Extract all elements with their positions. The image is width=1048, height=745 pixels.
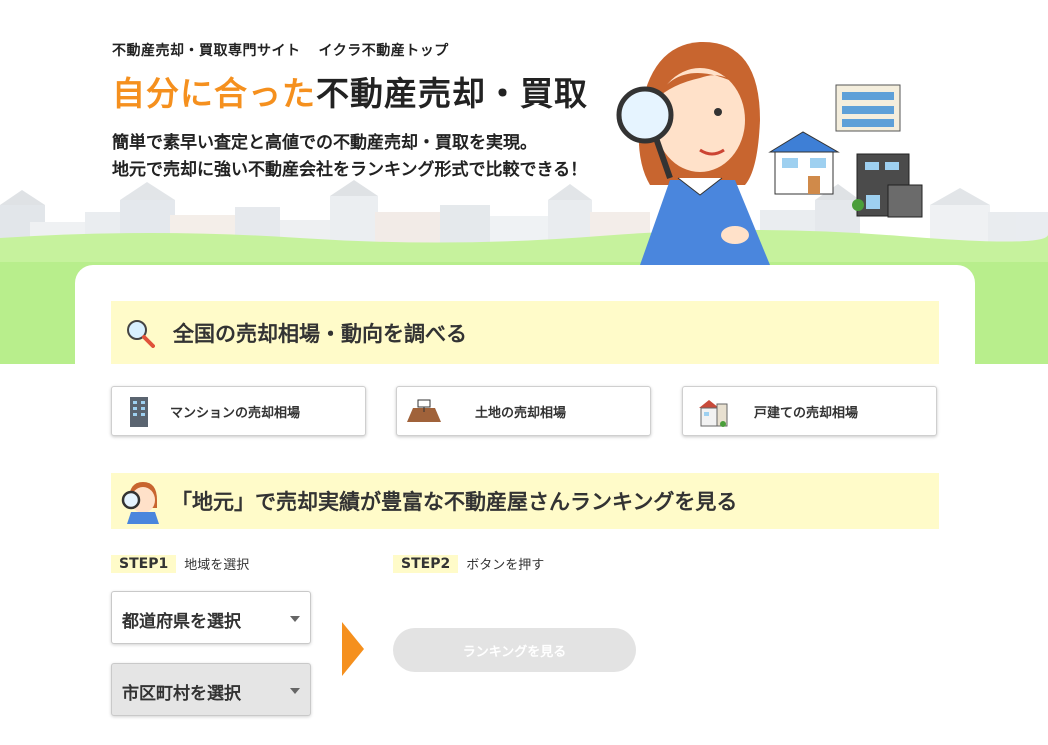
- hero-text: 不動産売却・買取専門サイト イクラ不動産トップ 自分に合った不動産売却・買取 簡単…: [112, 40, 588, 184]
- chevron-down-icon: [290, 616, 300, 622]
- land-price-button[interactable]: 土地の売却相場: [396, 386, 651, 436]
- step2-label: STEP2 ボタンを押す: [393, 554, 544, 573]
- prefecture-select[interactable]: 都道府県を選択: [111, 591, 311, 644]
- ranking-section-title: 「地元」で売却実績が豊富な不動産屋さんランキングを見る: [171, 490, 738, 514]
- mansion-price-label: マンションの売却相場: [170, 406, 301, 421]
- chevron-down-icon: [290, 688, 300, 694]
- site-tagline: 不動産売却・買取専門サイト イクラ不動産トップ: [112, 40, 588, 60]
- house-illustration: [768, 131, 840, 195]
- land-icon: [407, 399, 441, 422]
- market-section-header: 全国の売却相場・動向を調べる: [111, 301, 939, 364]
- city-select-value: 市区町村を選択: [122, 684, 241, 704]
- step1-text: 地域を選択: [184, 558, 250, 573]
- step2-text: ボタンを押す: [466, 558, 545, 573]
- character-magnifier-icon: [121, 482, 159, 524]
- lead-line-2: 地元で売却に強い不動産会社をランキング形式で比較できる！: [112, 159, 588, 180]
- prefecture-select-value: 都道府県を選択: [122, 612, 241, 632]
- land-price-label: 土地の売却相場: [475, 406, 567, 421]
- apartment-icon: [130, 397, 148, 427]
- step2-badge: STEP2: [393, 554, 459, 573]
- house-price-button[interactable]: 戸建ての売却相場: [682, 386, 937, 436]
- city-select[interactable]: 市区町村を選択: [111, 663, 311, 716]
- arrow-right-icon: [342, 622, 364, 676]
- magnifier-icon: [127, 319, 155, 348]
- house-price-label: 戸建ての売却相場: [754, 406, 859, 421]
- house-icon: [699, 400, 728, 427]
- step1-badge: STEP1: [111, 554, 177, 573]
- modern-house-illustration: [852, 153, 923, 218]
- lead-text: 簡単で素早い査定と高値での不動産売却・買取を実現。 地元で売却に強い不動産会社を…: [112, 130, 588, 184]
- view-ranking-button[interactable]: ランキングを見る: [393, 628, 636, 672]
- step1-label: STEP1 地域を選択: [111, 554, 249, 573]
- lead-line-1: 簡単で素早い査定と高値での不動産売却・買取を実現。: [112, 132, 537, 153]
- site-name: 不動産売却・買取専門サイト: [112, 43, 301, 59]
- mansion-price-button[interactable]: マンションの売却相場: [111, 386, 366, 436]
- catch-accent: 自分に合った: [112, 74, 316, 113]
- ranking-section-header: 「地元」で売却実績が豊富な不動産屋さんランキングを見る: [111, 473, 939, 529]
- brand-link[interactable]: イクラ不動産トップ: [319, 43, 449, 59]
- catch-main: 不動産売却・買取: [316, 74, 588, 113]
- catch-copy: 自分に合った不動産売却・買取: [112, 74, 588, 114]
- market-section-title: 全国の売却相場・動向を調べる: [173, 321, 467, 346]
- apartment-building-illustration: [835, 84, 901, 132]
